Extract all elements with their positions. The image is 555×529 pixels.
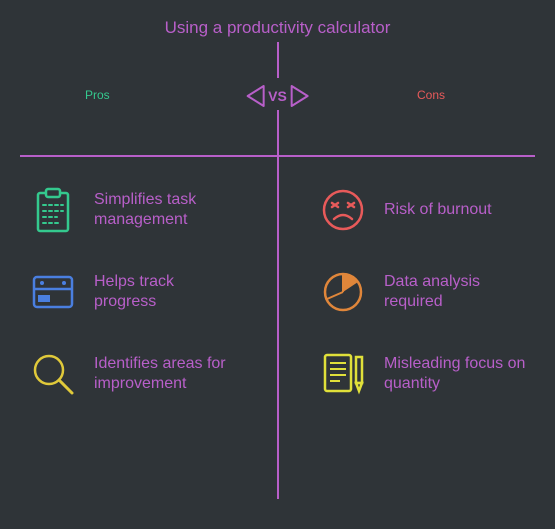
magnify-icon (28, 349, 78, 399)
divider-vertical-main (277, 155, 279, 499)
cons-header: Cons (417, 88, 445, 102)
pros-column: Simplifies task management Helps track p… (0, 185, 245, 399)
pro-text: Helps track progress (94, 272, 239, 312)
pro-item: Identifies areas for improvement (28, 349, 245, 399)
document-pen-icon (318, 349, 368, 399)
con-text: Misleading focus on quantity (384, 354, 529, 394)
pie-chart-icon (318, 267, 368, 317)
con-item: Data analysis required (318, 267, 535, 317)
pro-text: Identifies areas for improvement (94, 354, 239, 394)
arrow-left-icon (243, 82, 265, 110)
vs-badge: VS (243, 82, 312, 110)
clipboard-icon (28, 185, 78, 235)
con-text: Data analysis required (384, 272, 529, 312)
stressed-face-icon (318, 185, 368, 235)
divider-vertical-top (277, 42, 279, 78)
pro-text: Simplifies task management (94, 190, 239, 230)
con-text: Risk of burnout (384, 200, 492, 220)
page-title: Using a productivity calculator (0, 0, 555, 38)
vs-label: VS (268, 88, 287, 104)
pro-item: Helps track progress (28, 267, 245, 317)
pro-item: Simplifies task management (28, 185, 245, 235)
arrow-right-icon (290, 82, 312, 110)
calendar-progress-icon (28, 267, 78, 317)
con-item: Misleading focus on quantity (318, 349, 535, 399)
con-item: Risk of burnout (318, 185, 535, 235)
divider-vertical-mid (277, 110, 279, 155)
cons-column: Risk of burnout Data analysis required M… (290, 185, 535, 399)
pros-header: Pros (85, 88, 110, 102)
